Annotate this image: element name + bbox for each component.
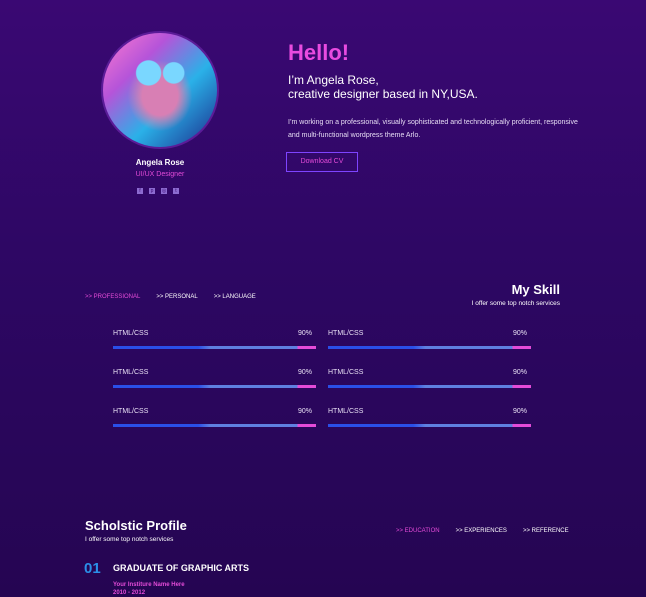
- tab-experiences[interactable]: >> EXPERIENCES: [456, 528, 507, 534]
- skill-bar: [328, 346, 531, 349]
- skill-bar: [113, 346, 316, 349]
- skill-bar: [328, 424, 531, 427]
- profile-photo: [101, 31, 219, 149]
- skill-percent: 90%: [297, 369, 312, 376]
- skill-bar: [113, 385, 316, 388]
- skill-percent: 90%: [512, 408, 527, 415]
- tab-professional[interactable]: >> PROFESSIONAL: [85, 294, 140, 300]
- hello-heading: Hello!: [288, 40, 350, 65]
- entry-number: 01: [84, 560, 101, 577]
- skill-percent: 90%: [297, 330, 312, 337]
- skill-subtitle: I offer some top notch services: [471, 300, 560, 307]
- scholastic-title: Scholstic Profile: [85, 518, 187, 533]
- tab-personal[interactable]: >> PERSONAL: [156, 294, 197, 300]
- entry-years: 2010 - 2012: [113, 590, 146, 596]
- scholastic-tabs: >> EDUCATION >> EXPERIENCES >> REFERENCE: [396, 528, 569, 534]
- skill-tabs: >> PROFESSIONAL >> PERSONAL >> LANGUAGE: [85, 294, 256, 300]
- intro-paragraph: I’m working on a professional, visually …: [288, 119, 578, 139]
- skill-label: HTML/CSS: [113, 369, 149, 376]
- skill-percent: 90%: [512, 330, 527, 337]
- skill-label: HTML/CSS: [328, 330, 364, 337]
- social-links: f p ◎ t: [137, 188, 179, 194]
- entry-institute: Your Institure Name Here: [113, 582, 185, 588]
- skill-label: HTML/CSS: [113, 408, 149, 415]
- skill-title: My Skill: [511, 282, 560, 297]
- scholastic-subtitle: I offer some top notch services: [85, 536, 174, 543]
- profile-role: UI/UX Designer: [135, 171, 185, 178]
- download-cv-button[interactable]: Download CV: [286, 152, 358, 172]
- skill-bar: [113, 424, 316, 427]
- skill-percent: 90%: [512, 369, 527, 376]
- skill-label: HTML/CSS: [328, 369, 364, 376]
- skill-percent: 90%: [297, 408, 312, 415]
- profile-name: Angela Rose: [135, 158, 185, 167]
- skill-label: HTML/CSS: [328, 408, 364, 415]
- entry-degree: GRADUATE OF GRAPHIC ARTS: [113, 563, 249, 573]
- intro-line-1: I’m Angela Rose,: [288, 73, 379, 87]
- instagram-icon[interactable]: ◎: [161, 188, 167, 194]
- facebook-icon[interactable]: f: [137, 188, 143, 194]
- intro-line-2: creative designer based in NY,USA.: [288, 87, 478, 101]
- skill-label: HTML/CSS: [113, 330, 149, 337]
- pinterest-icon[interactable]: p: [149, 188, 155, 194]
- tab-language[interactable]: >> LANGUAGE: [214, 294, 256, 300]
- twitter-icon[interactable]: t: [173, 188, 179, 194]
- tab-education[interactable]: >> EDUCATION: [396, 528, 440, 534]
- skill-bar: [328, 385, 531, 388]
- tab-reference[interactable]: >> REFERENCE: [523, 528, 569, 534]
